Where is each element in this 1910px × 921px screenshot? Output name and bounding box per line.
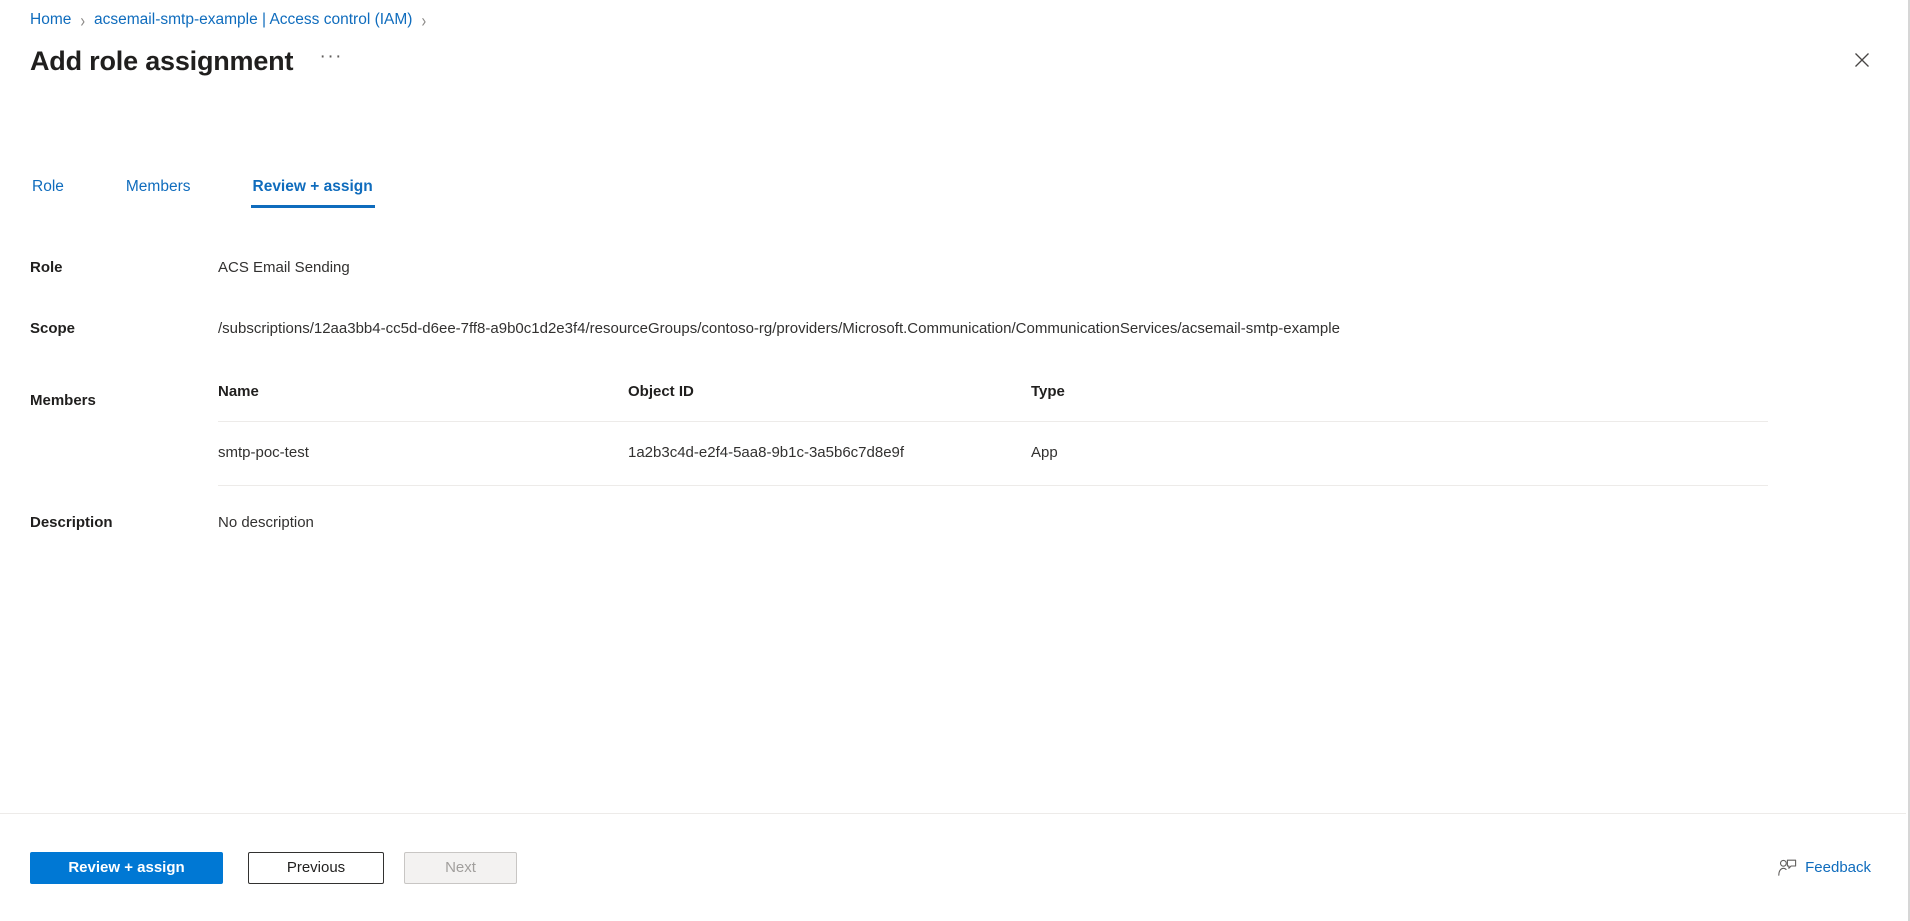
summary-row-description: Description No description (0, 513, 1908, 533)
blade-footer: Review + assign Previous Next Feedback (0, 813, 1906, 921)
table-header-row: Name Object ID Type (218, 382, 1768, 422)
feedback-label: Feedback (1805, 859, 1871, 876)
breadcrumb: Home › acsemail-smtp-example | Access co… (30, 8, 435, 32)
breadcrumb-item-home[interactable]: Home (30, 8, 71, 32)
column-header-name: Name (218, 382, 628, 422)
person-feedback-icon (1778, 859, 1797, 876)
members-label: Members (30, 392, 96, 409)
tab-role[interactable]: Role (30, 177, 66, 208)
summary-row-scope: Scope /subscriptions/12aa3bb4-cc5d-d6ee-… (0, 319, 1908, 339)
close-button[interactable] (1846, 44, 1878, 76)
wizard-tabs: Role Members Review + assign (30, 168, 375, 208)
add-role-assignment-blade: Home › acsemail-smtp-example | Access co… (0, 0, 1910, 921)
description-label: Description (30, 514, 113, 531)
summary-row-members: Members Name Object ID Type smtp-poc-tes… (0, 382, 1908, 486)
cell-member-name: smtp-poc-test (218, 421, 628, 486)
review-and-assign-button[interactable]: Review + assign (30, 851, 223, 884)
column-header-object-id: Object ID (628, 382, 1031, 422)
breadcrumb-item-access-control[interactable]: acsemail-smtp-example | Access control (… (94, 8, 412, 32)
review-summary: Role ACS Email Sending Scope /subscripti… (0, 258, 1908, 533)
page-title: Add role assignment (30, 46, 294, 76)
role-value: ACS Email Sending (218, 259, 350, 276)
summary-row-role: Role ACS Email Sending (0, 258, 1908, 278)
scope-value: /subscriptions/12aa3bb4-cc5d-d6ee-7ff8-a… (218, 320, 1340, 337)
cell-member-object-id: 1a2b3c4d-e2f4-5aa8-9b1c-3a5b6c7d8e9f (628, 421, 1031, 486)
role-label: Role (30, 259, 63, 276)
table-row: smtp-poc-test 1a2b3c4d-e2f4-5aa8-9b1c-3a… (218, 421, 1768, 486)
tab-members[interactable]: Members (124, 177, 193, 208)
members-table: Name Object ID Type smtp-poc-test 1a2b3c… (218, 382, 1768, 486)
cell-member-type: App (1031, 421, 1768, 486)
title-row: Add role assignment ··· (30, 44, 347, 78)
scope-label: Scope (30, 320, 76, 337)
column-header-type: Type (1031, 382, 1768, 422)
members-table-wrapper: Name Object ID Type smtp-poc-test 1a2b3c… (218, 382, 1768, 486)
tab-review-and-assign[interactable]: Review + assign (250, 177, 375, 208)
description-value: No description (218, 514, 314, 531)
context-menu-button[interactable]: ··· (315, 45, 347, 77)
close-icon (1855, 53, 1869, 67)
chevron-right-icon: › (421, 9, 427, 31)
feedback-link[interactable]: Feedback (1778, 859, 1876, 876)
next-button: Next (404, 851, 517, 884)
chevron-right-icon: › (80, 9, 86, 31)
previous-button[interactable]: Previous (248, 851, 384, 884)
